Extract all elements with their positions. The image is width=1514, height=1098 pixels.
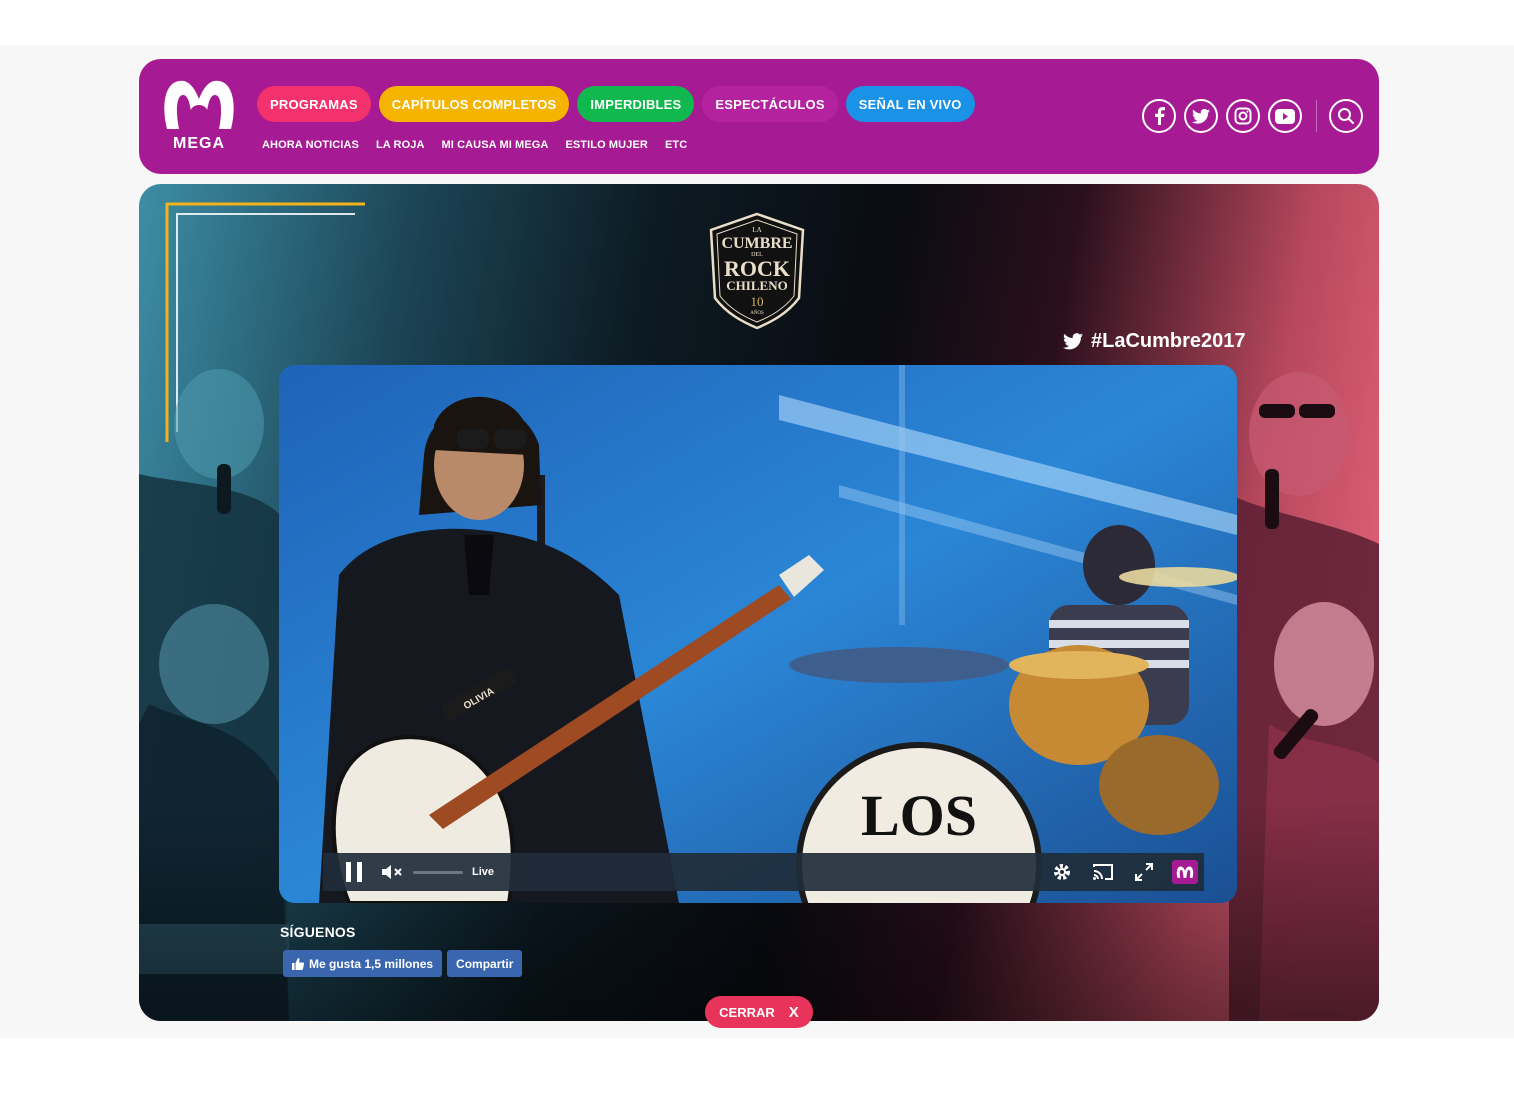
hashtag-text: #LaCumbre2017: [1091, 330, 1246, 352]
volume-muted-icon[interactable]: [381, 864, 405, 880]
share-label: Compartir: [456, 956, 514, 971]
mega-logo[interactable]: MEGA: [161, 75, 237, 155]
instagram-icon[interactable]: [1226, 99, 1260, 133]
nav-estilo-mujer[interactable]: ESTILO MUJER: [565, 139, 648, 151]
nav-imperdibles[interactable]: IMPERDIBLES: [577, 86, 695, 122]
facebook-share-button[interactable]: Compartir: [447, 950, 523, 977]
mega-player-logo-icon[interactable]: [1172, 860, 1198, 884]
secondary-nav: AHORA NOTICIAS LA ROJA MI CAUSA MI MEGA …: [262, 139, 687, 151]
logo-wordmark: MEGA: [173, 135, 225, 152]
like-label: Me gusta 1,5 millones: [309, 956, 434, 971]
fullscreen-icon[interactable]: [1134, 862, 1154, 882]
close-label: CERRAR: [719, 1004, 775, 1020]
cumbre-rock-chileno-logo: LA CUMBRE DEL ROCK CHILENO 10 AÑOS: [709, 212, 805, 330]
facebook-icon[interactable]: [1142, 99, 1176, 133]
primary-nav: PROGRAMAS CAPÍTULOS COMPLETOS IMPERDIBLE…: [257, 86, 975, 122]
bass-drum-text: LOS: [861, 783, 977, 848]
video-frame: LOS OLIVIA: [279, 365, 1237, 903]
nav-la-roja[interactable]: LA ROJA: [376, 139, 425, 151]
close-button[interactable]: CERRAR X: [705, 996, 813, 1028]
header-divider: [1316, 100, 1317, 132]
svg-text:CHILENO: CHILENO: [726, 278, 787, 293]
nav-espectaculos[interactable]: ESPECTÁCULOS: [702, 86, 838, 122]
cast-icon[interactable]: [1092, 863, 1114, 881]
youtube-icon[interactable]: [1268, 99, 1302, 133]
twitter-icon: [1063, 333, 1083, 350]
nav-mi-causa-mi-mega[interactable]: MI CAUSA MI MEGA: [442, 139, 549, 151]
nav-programas[interactable]: PROGRAMAS: [257, 86, 371, 122]
nav-etc[interactable]: ETC: [665, 139, 687, 151]
twitter-icon[interactable]: [1184, 99, 1218, 133]
site-header: MEGA PROGRAMAS CAPÍTULOS COMPLETOS IMPER…: [139, 59, 1379, 174]
player-controls: Live: [323, 853, 1204, 891]
volume-slider[interactable]: [413, 870, 463, 874]
nav-capitulos-completos[interactable]: CAPÍTULOS COMPLETOS: [378, 86, 570, 122]
live-status: Live: [472, 866, 495, 878]
facebook-like-button[interactable]: Me gusta 1,5 millones: [283, 950, 443, 977]
svg-text:10: 10: [751, 294, 764, 309]
settings-gear-icon[interactable]: [1052, 862, 1072, 882]
search-icon[interactable]: [1329, 99, 1363, 133]
svg-text:AÑOS: AÑOS: [750, 310, 764, 316]
pause-icon[interactable]: [341, 859, 367, 885]
svg-text:CUMBRE: CUMBRE: [721, 235, 792, 252]
live-stage: LA CUMBRE DEL ROCK CHILENO 10 AÑOS #LaCu…: [139, 184, 1379, 1021]
svg-text:LA: LA: [752, 226, 761, 234]
event-hashtag[interactable]: #LaCumbre2017: [1063, 330, 1246, 353]
follow-heading: SÍGUENOS: [280, 924, 356, 940]
facebook-buttons: Me gusta 1,5 millones Compartir: [283, 950, 523, 977]
thumbs-up-icon: [292, 957, 304, 970]
close-icon: X: [788, 1003, 799, 1021]
nav-senal-en-vivo[interactable]: SEÑAL EN VIVO: [845, 86, 975, 122]
social-links: [1142, 99, 1363, 133]
mega-logo-mark: [164, 80, 234, 129]
nav-ahora-noticias[interactable]: AHORA NOTICIAS: [262, 139, 359, 151]
video-player[interactable]: LOS OLIVIA Live: [279, 365, 1237, 903]
